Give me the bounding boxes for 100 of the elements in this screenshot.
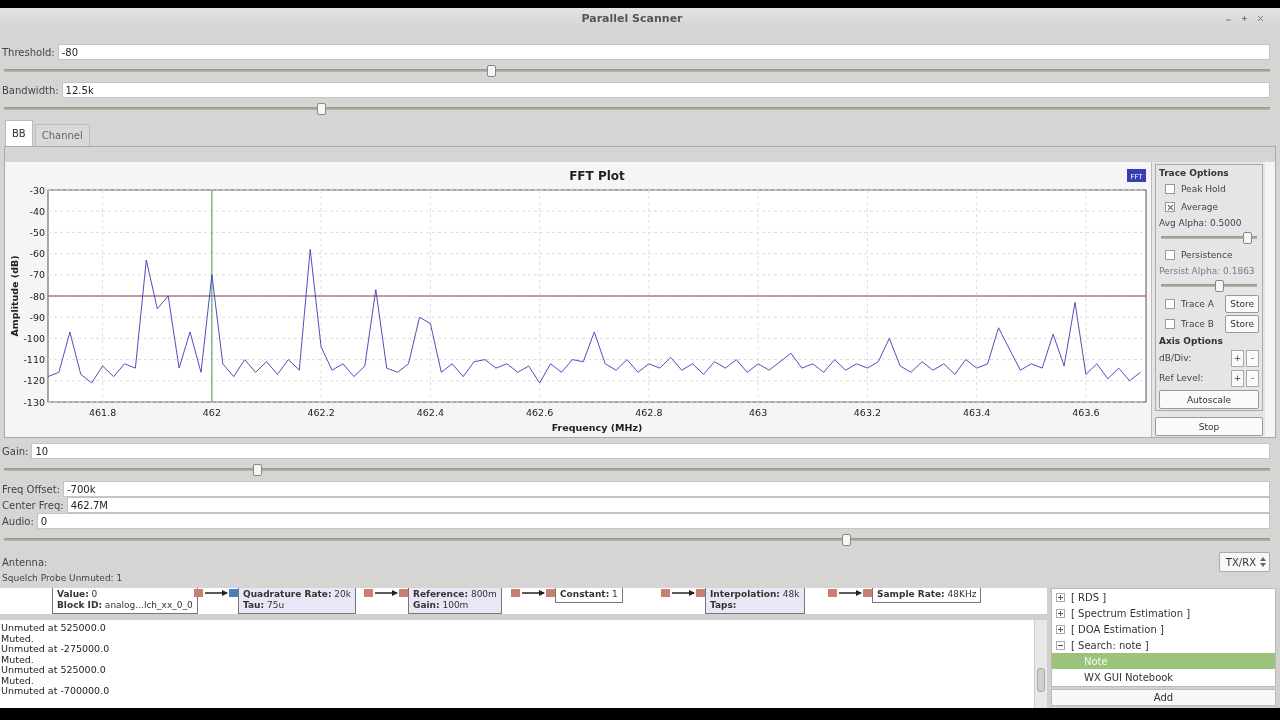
expand-icon[interactable]: [1056, 592, 1065, 602]
input-field[interactable]: 12.5k: [61, 82, 1270, 98]
slider-label: Persist Alpha: 0.1863: [1159, 265, 1256, 278]
checkbox-label: Peak Hold: [1181, 184, 1226, 194]
stop-button[interactable]: Stop: [1155, 417, 1263, 436]
axis-tick-label: 463.6: [1072, 407, 1100, 418]
dropdown[interactable]: TX/RX: [1218, 552, 1270, 572]
axis-tick-label: -50: [29, 226, 45, 238]
flow-block[interactable]: Value: 0 Block ID: analog...lch_xx_0_0: [52, 588, 198, 614]
axis-tick-label: 462: [202, 407, 221, 418]
log-line: Muted.: [1, 675, 35, 686]
checkbox[interactable]: [1165, 202, 1175, 212]
flow-block[interactable]: Constant: 1: [555, 588, 623, 603]
checkbox[interactable]: [1165, 299, 1175, 309]
stepper-label: dB/Div:: [1159, 353, 1192, 363]
tree-item[interactable]: [ DOA Estimation ]: [1071, 623, 1164, 635]
log-line: Unmuted at -275000.0: [1, 644, 111, 655]
axis-tick-label: -130: [23, 396, 45, 408]
log-line: Muted.: [1, 654, 35, 665]
decrease-button[interactable]: -: [1246, 369, 1259, 387]
log-line: Unmuted at 525000.0: [1, 623, 107, 634]
store-button[interactable]: Store: [1225, 295, 1259, 313]
input-field[interactable]: -80: [57, 44, 1270, 60]
axis-tick-label: -80: [29, 290, 45, 302]
status-text: Squelch Probe Unmuted: 1: [1, 573, 123, 584]
checkbox[interactable]: [1165, 319, 1175, 329]
connection-arrow: [511, 588, 555, 598]
field-label: Bandwidth:: [2, 84, 59, 96]
axis-tick-label: -100: [23, 332, 45, 344]
flow-block[interactable]: Interpolation: 48k Taps:: [705, 588, 805, 614]
maximize-icon[interactable]: [1241, 14, 1248, 22]
field-label: Threshold:: [2, 46, 55, 58]
tab[interactable]: BB: [5, 120, 33, 146]
axis-tick-label: 463.2: [853, 407, 881, 418]
section-heading: Axis Options: [1159, 335, 1224, 348]
chart-title: FFT Plot: [569, 169, 625, 183]
axis-tick-label: -40: [29, 205, 45, 217]
tree-item[interactable]: [ RDS ]: [1071, 591, 1107, 603]
slider-label: Avg Alpha: 0.5000: [1159, 217, 1243, 230]
store-button[interactable]: Store: [1225, 315, 1259, 333]
tree-item[interactable]: WX GUI Notebook: [1052, 669, 1275, 685]
checkbox-label: Trace A: [1181, 299, 1214, 309]
flow-block[interactable]: Sample Rate: 48KHz: [872, 588, 982, 603]
flow-block[interactable]: Quadrature Rate: 20k Tau: 75u: [238, 588, 356, 614]
slider-thumb[interactable]: [316, 103, 326, 115]
field-label: Gain:: [2, 445, 29, 457]
axis-tick-label: 461.8: [89, 407, 117, 418]
slider-thumb[interactable]: [841, 534, 851, 546]
axis-tick-label: -110: [23, 354, 45, 366]
slider-thumb[interactable]: [1214, 280, 1224, 292]
checkbox-label: Persistence: [1181, 250, 1233, 260]
field-label: Audio:: [2, 515, 34, 527]
input-field[interactable]: -700k: [63, 481, 1270, 497]
increase-button[interactable]: +: [1231, 349, 1244, 367]
checkbox[interactable]: [1165, 250, 1175, 260]
checkbox-label: Average: [1181, 202, 1218, 212]
stepper-label: Ref Level:: [1159, 373, 1204, 383]
axis-tick-label: 462.4: [416, 407, 444, 418]
scrollbar[interactable]: [1034, 620, 1047, 708]
slider-thumb[interactable]: [1243, 232, 1253, 244]
flow-block[interactable]: Reference: 800m Gain: 100m: [408, 588, 502, 614]
field-label: Antenna:: [2, 556, 48, 568]
spinner-arrows-icon: [1260, 557, 1266, 567]
add-button[interactable]: Add: [1051, 689, 1276, 706]
decrease-button[interactable]: -: [1246, 349, 1259, 367]
axis-tick-label: -60: [29, 248, 45, 260]
log-line: Unmuted at -700000.0: [1, 686, 111, 697]
expand-icon[interactable]: [1056, 624, 1065, 634]
slider-thumb[interactable]: [253, 464, 263, 476]
field-label: Center Freq:: [2, 499, 64, 511]
connection-arrow: [661, 588, 705, 598]
axis-tick-label: -30: [29, 184, 45, 196]
connection-arrow: [364, 588, 408, 598]
input-field[interactable]: 462.7M: [66, 497, 1270, 513]
increase-button[interactable]: +: [1231, 369, 1244, 387]
collapse-icon[interactable]: [1056, 640, 1065, 650]
axis-title: Amplitude (dB): [9, 255, 20, 337]
close-icon[interactable]: [1257, 14, 1264, 22]
connection-arrow: [194, 588, 238, 598]
axis-tick-label: 462.8: [635, 407, 663, 418]
checkbox-label: Trace B: [1181, 319, 1214, 329]
log-line: Muted.: [1, 633, 35, 644]
autoscale-button[interactable]: Autoscale: [1159, 390, 1259, 409]
axis-tick-label: -70: [29, 269, 45, 281]
axis-tick-label: 463: [749, 407, 768, 418]
axis-tick-label: 462.2: [307, 407, 335, 418]
axis-tick-label: 463.4: [963, 407, 991, 418]
slider-thumb[interactable]: [487, 65, 497, 77]
tree-item[interactable]: [ Search: note ]: [1071, 639, 1149, 651]
checkbox[interactable]: [1165, 184, 1175, 194]
tree-item[interactable]: [ Spectrum Estimation ]: [1071, 607, 1191, 619]
axis-tick-label: 462.6: [526, 407, 554, 418]
log-line: Unmuted at 525000.0: [1, 665, 107, 676]
axis-title: Frequency (MHz): [551, 422, 643, 433]
tab[interactable]: Channel: [34, 124, 90, 146]
expand-icon[interactable]: [1056, 608, 1065, 618]
axis-tick-label: -90: [29, 311, 45, 323]
input-field[interactable]: 10: [31, 443, 1270, 459]
window-title: Parallel Scanner: [581, 11, 683, 25]
input-field[interactable]: 0: [36, 513, 1270, 529]
